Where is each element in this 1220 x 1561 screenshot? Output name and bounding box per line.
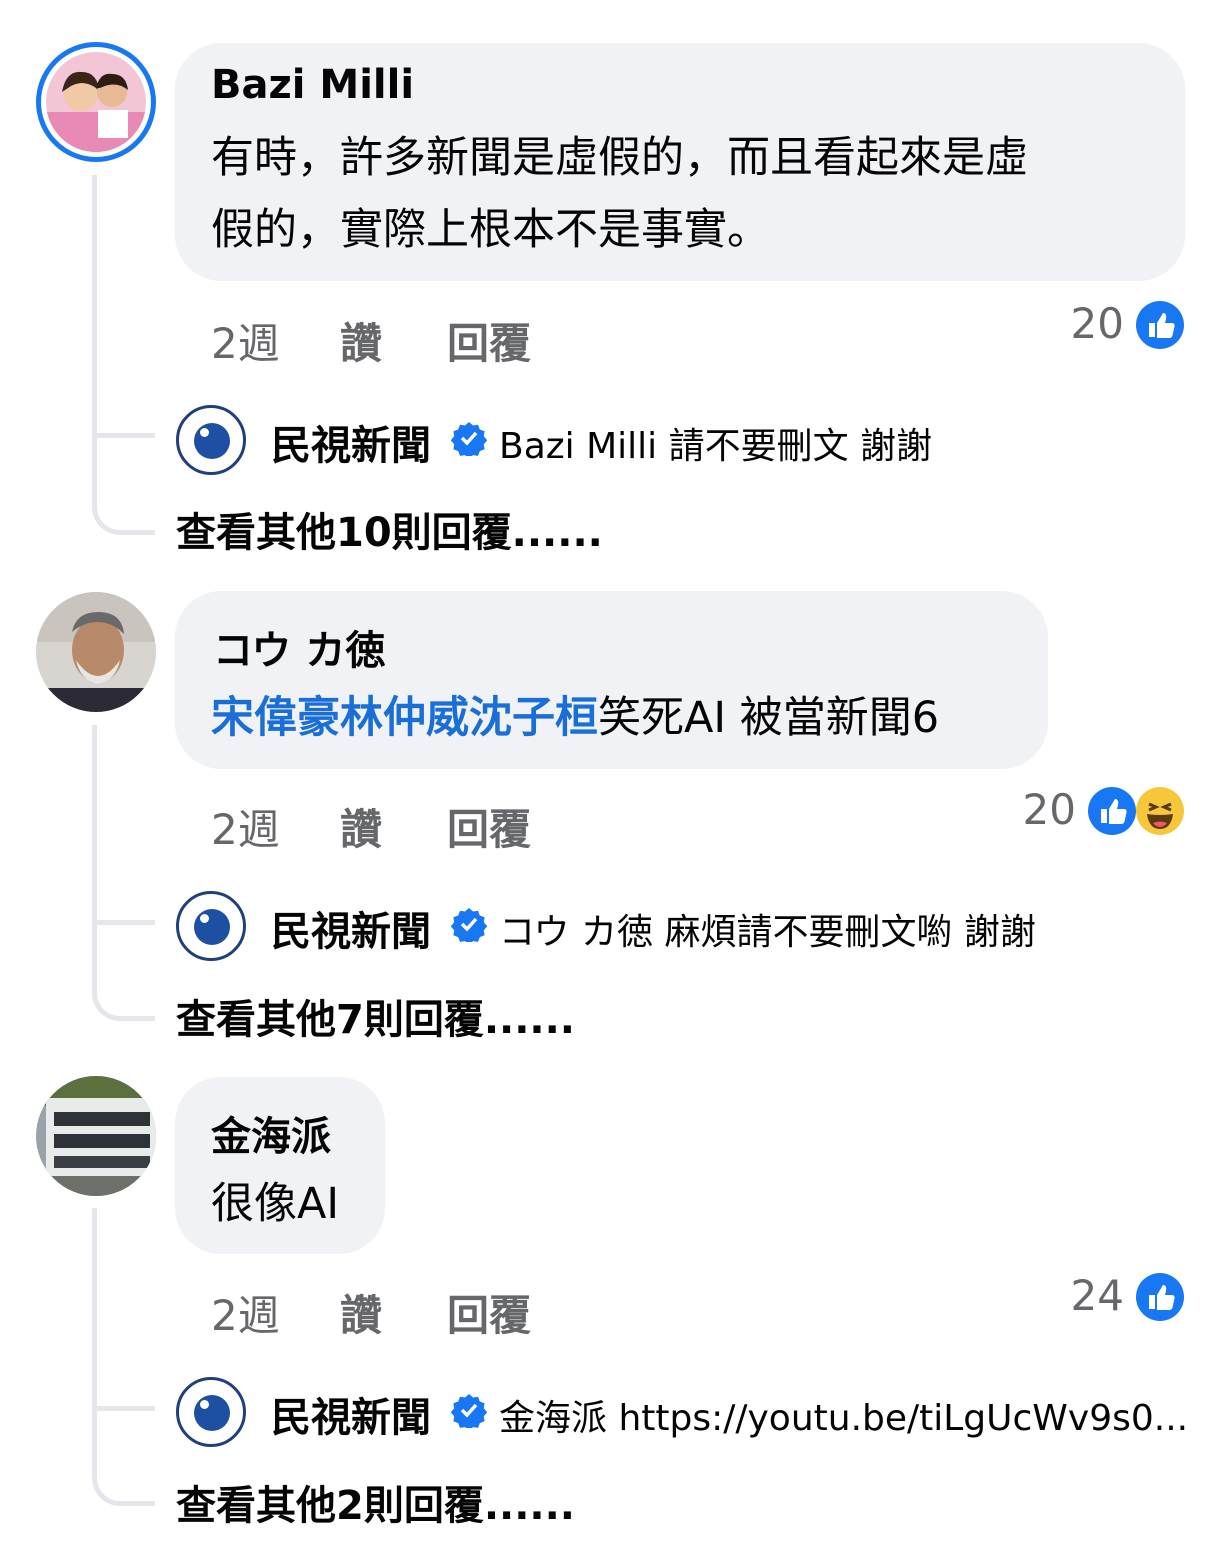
reply-button[interactable]: 回覆 xyxy=(447,796,531,857)
haha-icon xyxy=(1136,787,1184,835)
reply-author[interactable]: 民視新聞 xyxy=(271,899,431,957)
comment-time[interactable]: 2週 xyxy=(211,310,280,371)
reply-button[interactable]: 回覆 xyxy=(447,1282,531,1343)
comment-author[interactable]: コウ カ徳 xyxy=(213,618,385,676)
reply-text: Bazi Milli 請不要刪文 謝謝 xyxy=(499,426,933,467)
comment-text-line: 假的，實際上根本不是事實。 xyxy=(211,205,770,255)
thread-line xyxy=(92,1208,155,1506)
page-avatar[interactable] xyxy=(176,1377,246,1447)
comment-author[interactable]: 金海派 xyxy=(211,1104,331,1162)
like-button[interactable]: 讚 xyxy=(340,796,382,857)
thread-branch xyxy=(97,1406,155,1411)
comment-author[interactable]: Bazi Milli xyxy=(211,62,414,108)
like-icon xyxy=(1136,301,1184,349)
comment-text: 宋偉豪林仲威沈子桓笑死AI 被當新聞6 xyxy=(211,682,939,754)
reaction-count: 24 xyxy=(1070,1271,1124,1320)
verified-badge-icon xyxy=(451,422,487,456)
reply-text: 金海派 https://youtu.be/tiLgUcWv9s0... xyxy=(499,1398,1189,1439)
reaction-count: 20 xyxy=(1022,785,1076,834)
thread-branch xyxy=(97,433,155,438)
like-button[interactable]: 讚 xyxy=(340,310,382,371)
avatar[interactable] xyxy=(36,592,156,712)
verified-badge-icon xyxy=(451,1394,487,1428)
verified-badge-icon xyxy=(451,908,487,942)
comment-text-body: 笑死AI 被當新聞6 xyxy=(598,693,940,743)
reaction-count: 20 xyxy=(1070,299,1124,348)
view-more-replies-button[interactable]: 查看其他2則回覆...... xyxy=(176,1473,575,1531)
thread-line xyxy=(92,725,155,1021)
comment-text: 有時，許多新聞是虛假的，而且看起來是虛 假的，實際上根本不是事實。 xyxy=(211,122,1171,266)
view-more-replies-button[interactable]: 查看其他10則回覆...... xyxy=(176,500,603,558)
thread-line xyxy=(92,175,155,535)
like-icon xyxy=(1088,787,1136,835)
reply-author[interactable]: 民視新聞 xyxy=(271,413,431,471)
like-button[interactable]: 讚 xyxy=(340,1282,382,1343)
comment-text: 很像AI xyxy=(211,1179,340,1229)
reply-button[interactable]: 回覆 xyxy=(447,310,531,371)
thread-branch xyxy=(97,920,155,925)
comment-time[interactable]: 2週 xyxy=(211,1282,280,1343)
like-icon xyxy=(1136,1273,1184,1321)
view-more-replies-button[interactable]: 查看其他7則回覆...... xyxy=(176,987,575,1045)
avatar[interactable] xyxy=(46,52,146,152)
comment-text-line: 有時，許多新聞是虛假的，而且看起來是虛 xyxy=(211,133,1028,183)
mention-link[interactable]: 宋偉豪林仲威沈子桓 xyxy=(211,693,598,743)
reply-author[interactable]: 民視新聞 xyxy=(271,1385,431,1443)
avatar[interactable] xyxy=(36,1076,156,1196)
page-avatar[interactable] xyxy=(176,405,246,475)
reply-text: コウ カ徳 麻煩請不要刪文喲 謝謝 xyxy=(499,912,1036,953)
comment-time[interactable]: 2週 xyxy=(211,796,280,857)
page-avatar[interactable] xyxy=(176,891,246,961)
